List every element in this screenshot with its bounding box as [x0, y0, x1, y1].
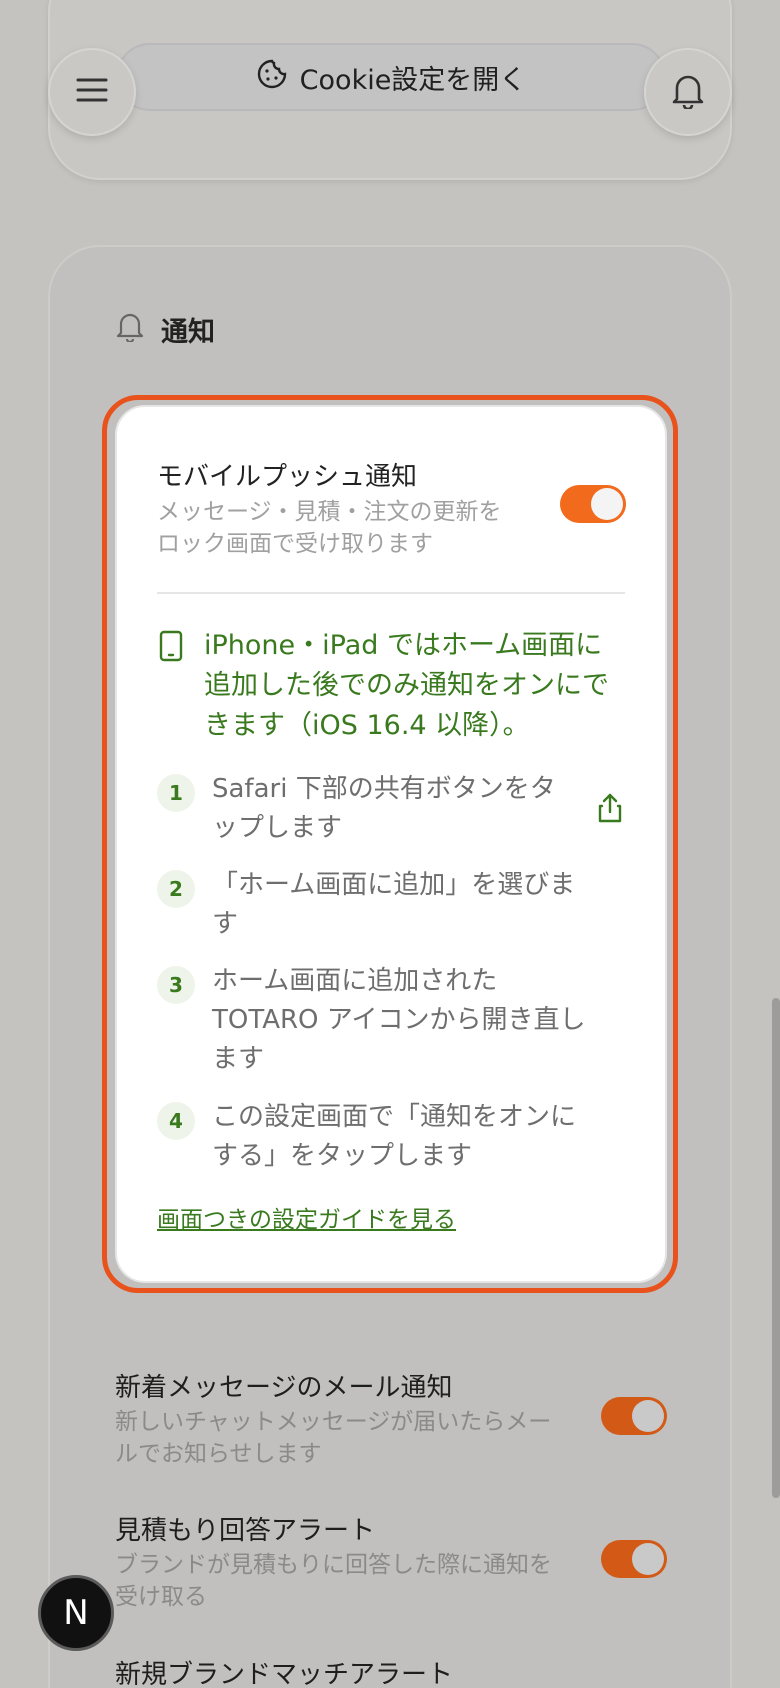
email-notification-description: 新しいチャットメッセージが届いたらメー ルでお知らせします: [115, 1406, 585, 1470]
ios-note-line1: iPhone・iPad ではホーム画面に: [204, 630, 603, 661]
step-text: 「ホーム画面に追加」を選びま す: [212, 866, 612, 944]
step-text: この設定画面で「通知をオンに する」をタップします: [212, 1098, 612, 1176]
bell-icon: [670, 71, 706, 113]
step-line: Safari 下部の共有ボタンをタ: [212, 774, 556, 804]
push-toggle[interactable]: [560, 485, 626, 523]
email-notification-title: 新着メッセージのメール通知: [115, 1373, 453, 1403]
step-number: 3: [157, 966, 195, 1004]
bell-icon: [115, 310, 145, 349]
ios-note-line3: きます（iOS 16.4 以降）。: [204, 710, 530, 741]
cookie-settings-label: Cookie設定を開く: [299, 64, 527, 96]
notifications-button[interactable]: [644, 48, 732, 136]
notifications-section-header: 通知: [115, 310, 215, 349]
step-number: 1: [157, 774, 195, 812]
brand-match-alert-title: 新規ブランドマッチアラート: [115, 1660, 454, 1688]
push-title: モバイルプッシュ通知: [157, 462, 418, 492]
desc-line: ブランドが見積もりに回答した際に通知を: [115, 1552, 552, 1578]
nextjs-dev-badge[interactable]: N: [38, 1575, 114, 1651]
push-description: メッセージ・見積・注文の更新を ロック画面で受け取ります: [157, 496, 537, 560]
desc-line: 受け取る: [115, 1584, 207, 1610]
step-number: 2: [157, 870, 195, 908]
quote-alert-description: ブランドが見積もりに回答した際に通知を 受け取る: [115, 1549, 585, 1613]
ios-note-line2: 追加した後でのみ通知をオンにで: [204, 670, 609, 701]
share-icon: [596, 792, 624, 828]
step-line: する」をタップします: [212, 1141, 473, 1171]
scrollbar[interactable]: [772, 998, 780, 1498]
quote-alert-title: 見積もり回答アラート: [115, 1516, 376, 1546]
step-number: 4: [157, 1102, 195, 1140]
hamburger-icon: [75, 75, 109, 109]
menu-button[interactable]: [48, 48, 136, 136]
quote-alert-toggle[interactable]: [601, 1540, 667, 1578]
step-line: この設定画面で「通知をオンに: [212, 1102, 577, 1132]
step-line: ます: [212, 1044, 265, 1074]
push-desc-line1: メッセージ・見積・注文の更新を: [157, 499, 502, 525]
step-text: Safari 下部の共有ボタンをタ ップします: [212, 770, 612, 848]
step-text: ホーム画面に追加された TOTARO アイコンから開き直し ます: [212, 962, 612, 1079]
step-line: ップします: [212, 813, 343, 843]
step-line: TOTARO アイコンから開き直し: [212, 1005, 586, 1035]
badge-letter: N: [63, 1593, 89, 1633]
cookie-settings-button[interactable]: Cookie設定を開く: [116, 43, 666, 111]
desc-line: ルでお知らせします: [115, 1441, 322, 1467]
email-notification-toggle[interactable]: [601, 1397, 667, 1435]
cookie-icon: [256, 58, 288, 97]
step-line: ホーム画面に追加された: [212, 966, 498, 996]
divider: [157, 592, 625, 594]
push-desc-line2: ロック画面で受け取ります: [157, 531, 433, 557]
settings-guide-link[interactable]: 画面つきの設定ガイドを見る: [157, 1200, 456, 1234]
smartphone-icon: [158, 630, 184, 666]
step-line: 「ホーム画面に追加」を選びま: [212, 870, 576, 900]
desc-line: 新しいチャットメッセージが届いたらメー: [115, 1409, 552, 1435]
section-title: 通知: [161, 317, 215, 348]
step-line: す: [212, 909, 239, 939]
ios-note: iPhone・iPad ではホーム画面に 追加した後でのみ通知をオンにで きます…: [204, 626, 634, 746]
